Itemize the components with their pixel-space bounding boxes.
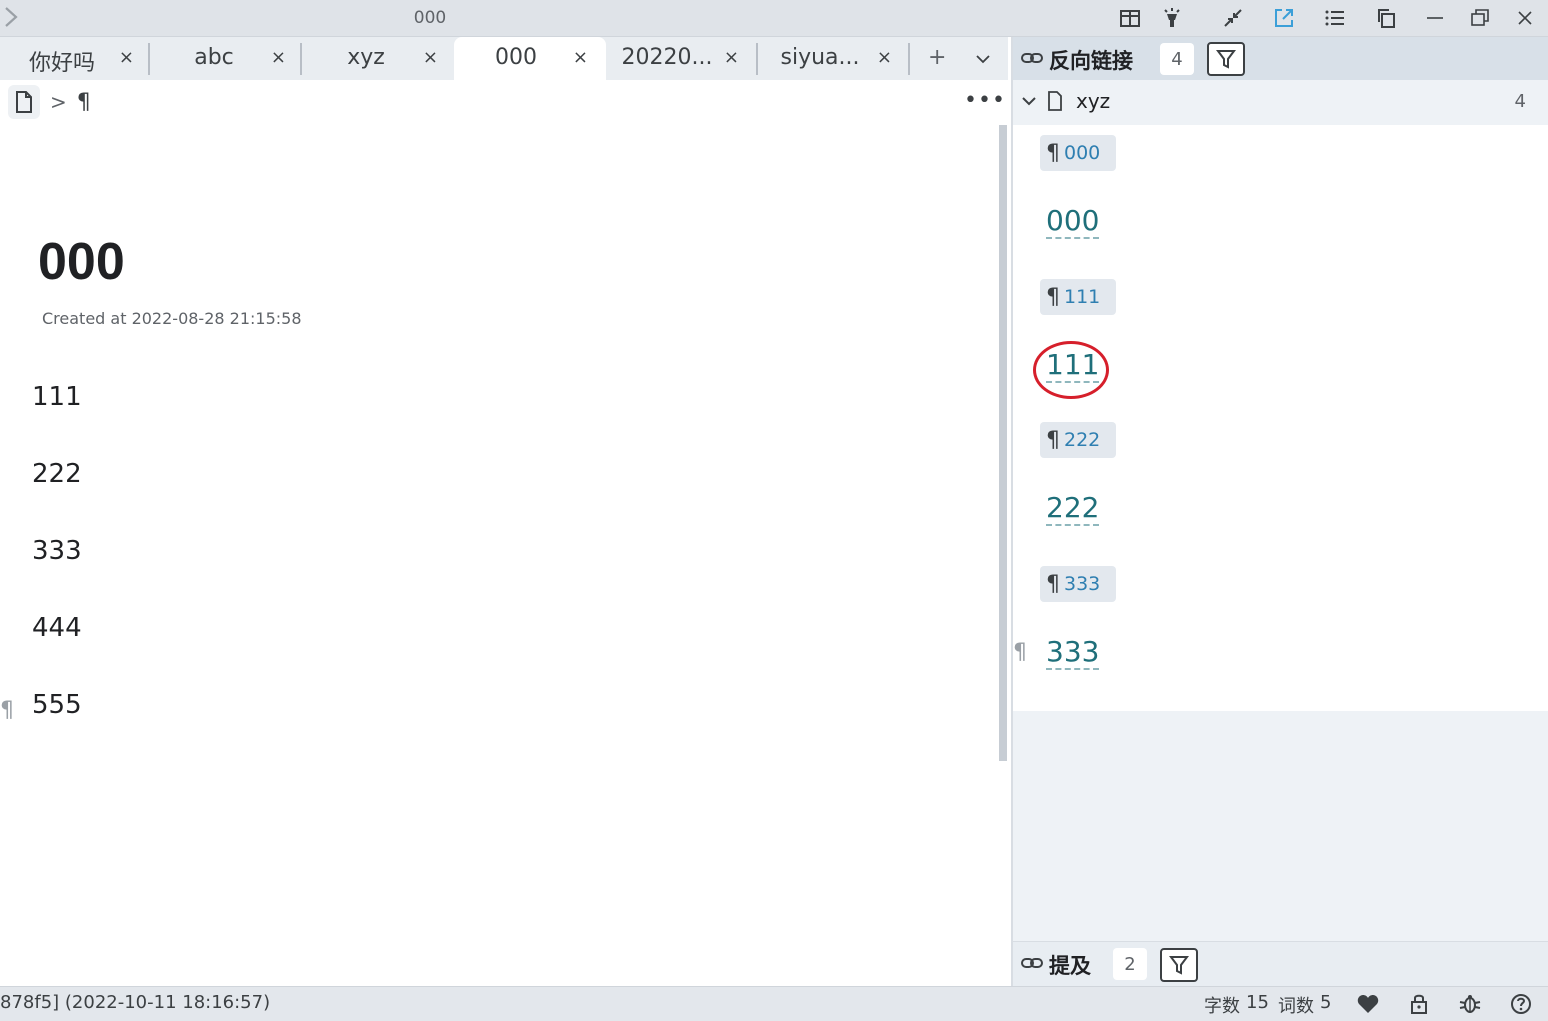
block-gutter-icon[interactable]: ¶ [0, 698, 14, 723]
word-count-value: 5 [1320, 992, 1332, 1013]
paragraph-block[interactable]: 555 [32, 690, 82, 720]
block-breadcrumb-chip[interactable]: ¶ 000 [1040, 135, 1116, 171]
paragraph-icon: ¶ [1046, 427, 1060, 453]
tab-separator [300, 43, 302, 75]
backlinks-header: 反向链接 4 [1013, 37, 1548, 80]
tab-close-icon[interactable]: × [877, 47, 892, 68]
title-bar: 000 [0, 0, 1548, 37]
help-icon[interactable] [1509, 992, 1533, 1016]
mentions-count: 2 [1113, 948, 1147, 980]
tab-dropdown-icon[interactable] [975, 41, 991, 73]
copy-icon[interactable] [1373, 6, 1399, 30]
tab-label: 你好吗 [28, 51, 95, 76]
block-ref-link[interactable]: 000 [1046, 205, 1100, 239]
filter-icon[interactable] [1160, 948, 1198, 982]
backlink-doc-count: 4 [1514, 91, 1526, 112]
backlinks-count: 4 [1160, 43, 1194, 75]
status-bar: 878f5] (2022-10-11 18:16:57) 字数 15 词数 5 [0, 986, 1548, 1021]
heart-icon[interactable] [1356, 992, 1380, 1016]
chevron-down-icon[interactable] [1021, 91, 1037, 115]
tab-label: abc [194, 45, 234, 70]
link-icon [1021, 49, 1043, 71]
tab-label: xyz [347, 45, 385, 70]
chip-label: 222 [1064, 429, 1101, 451]
paragraph-block[interactable]: 222 [32, 459, 82, 489]
tab-close-icon[interactable]: × [119, 47, 134, 68]
document-icon [1047, 91, 1063, 115]
block-breadcrumb-chip[interactable]: ¶ 111 [1040, 279, 1116, 315]
filter-icon[interactable] [1207, 42, 1245, 76]
status-message: 878f5] (2022-10-11 18:16:57) [0, 992, 271, 1013]
lamp-icon[interactable] [1159, 6, 1185, 30]
chip-label: 111 [1064, 286, 1101, 308]
outline-list-icon[interactable] [1322, 6, 1348, 30]
lock-icon[interactable] [1407, 992, 1431, 1016]
backlinks-panel: 反向链接 4 xyz 4 ¶ 000 000 ¶ 111 111 ¶ 222 2… [1011, 37, 1548, 987]
paragraph-icon: ¶ [1046, 571, 1060, 597]
tab-label: 000 [495, 45, 537, 70]
tab-000-active[interactable]: 000 × [454, 37, 606, 80]
char-count-label: 字数 [1204, 996, 1240, 1017]
paragraph-block[interactable]: 333 [32, 536, 82, 566]
tab-close-icon[interactable]: × [573, 47, 588, 68]
more-options-button[interactable]: ••• [964, 88, 1006, 113]
reader-mode-icon[interactable] [1117, 6, 1143, 30]
bug-icon[interactable] [1458, 992, 1482, 1016]
editor-scrollbar[interactable] [999, 125, 1007, 761]
mentions-title: 提及 [1049, 954, 1091, 978]
minimize-icon[interactable] [1422, 6, 1448, 30]
backlink-content: ¶ 000 000 ¶ 111 111 ¶ 222 222 ¶ 333 333 … [1013, 125, 1548, 711]
tab-20220[interactable]: 20220... × [605, 37, 757, 80]
created-timestamp: Created at 2022-08-28 21:15:58 [42, 309, 302, 328]
breadcrumb: > ¶ [8, 84, 91, 120]
close-icon[interactable] [1512, 6, 1538, 30]
backlink-doc-row[interactable]: xyz 4 [1013, 83, 1548, 123]
window-title: 000 [413, 8, 447, 28]
block-breadcrumb-chip[interactable]: ¶ 222 [1040, 422, 1116, 458]
chip-label: 333 [1064, 573, 1101, 595]
paragraph-icon: ¶ [1046, 140, 1060, 166]
collapse-icon[interactable] [1220, 6, 1246, 30]
open-external-icon[interactable] [1271, 6, 1297, 30]
document-icon[interactable] [8, 85, 40, 119]
tab-separator [148, 43, 150, 75]
link-icon [1021, 954, 1043, 976]
char-count-value: 15 [1246, 992, 1269, 1013]
highlight-annotation [1033, 341, 1109, 399]
tab-abc[interactable]: abc × [152, 37, 304, 80]
add-tab-button[interactable]: + [928, 45, 946, 70]
tab-siyuan[interactable]: siyua... × [758, 37, 910, 80]
backlinks-title: 反向链接 [1049, 49, 1133, 73]
paragraph-block[interactable]: 111 [32, 382, 82, 412]
tab-xyz[interactable]: xyz × [304, 37, 456, 80]
block-ref-link[interactable]: 333 [1046, 636, 1100, 670]
breadcrumb-separator: > [50, 90, 67, 114]
paragraph-icon: ¶ [1046, 284, 1060, 310]
tab-close-icon[interactable]: × [423, 47, 438, 68]
restore-icon[interactable] [1467, 6, 1493, 30]
chip-label: 000 [1064, 142, 1101, 164]
tab-label: siyua... [780, 45, 860, 70]
tab-label: 20220... [621, 45, 713, 70]
paragraph-icon[interactable]: ¶ [77, 90, 91, 115]
backlink-doc-name: xyz [1076, 89, 1111, 113]
sidebar-expand-icon[interactable] [4, 6, 24, 30]
block-breadcrumb-chip[interactable]: ¶ 333 [1040, 566, 1116, 602]
tab-nihaoma[interactable]: 你好吗 × [0, 37, 152, 80]
word-count-label: 词数 [1278, 996, 1314, 1017]
tab-bar: 你好吗 × abc × xyz × 000 × 20220... × siyua… [0, 37, 1008, 80]
document-title[interactable]: 000 [38, 232, 125, 292]
mentions-header: 提及 2 [1013, 941, 1548, 987]
paragraph-block[interactable]: 444 [32, 613, 82, 643]
block-gutter-icon[interactable]: ¶ [1013, 640, 1027, 665]
tab-separator [908, 43, 910, 75]
tab-close-icon[interactable]: × [271, 47, 286, 68]
tab-close-icon[interactable]: × [724, 47, 739, 68]
block-ref-link[interactable]: 222 [1046, 492, 1100, 526]
